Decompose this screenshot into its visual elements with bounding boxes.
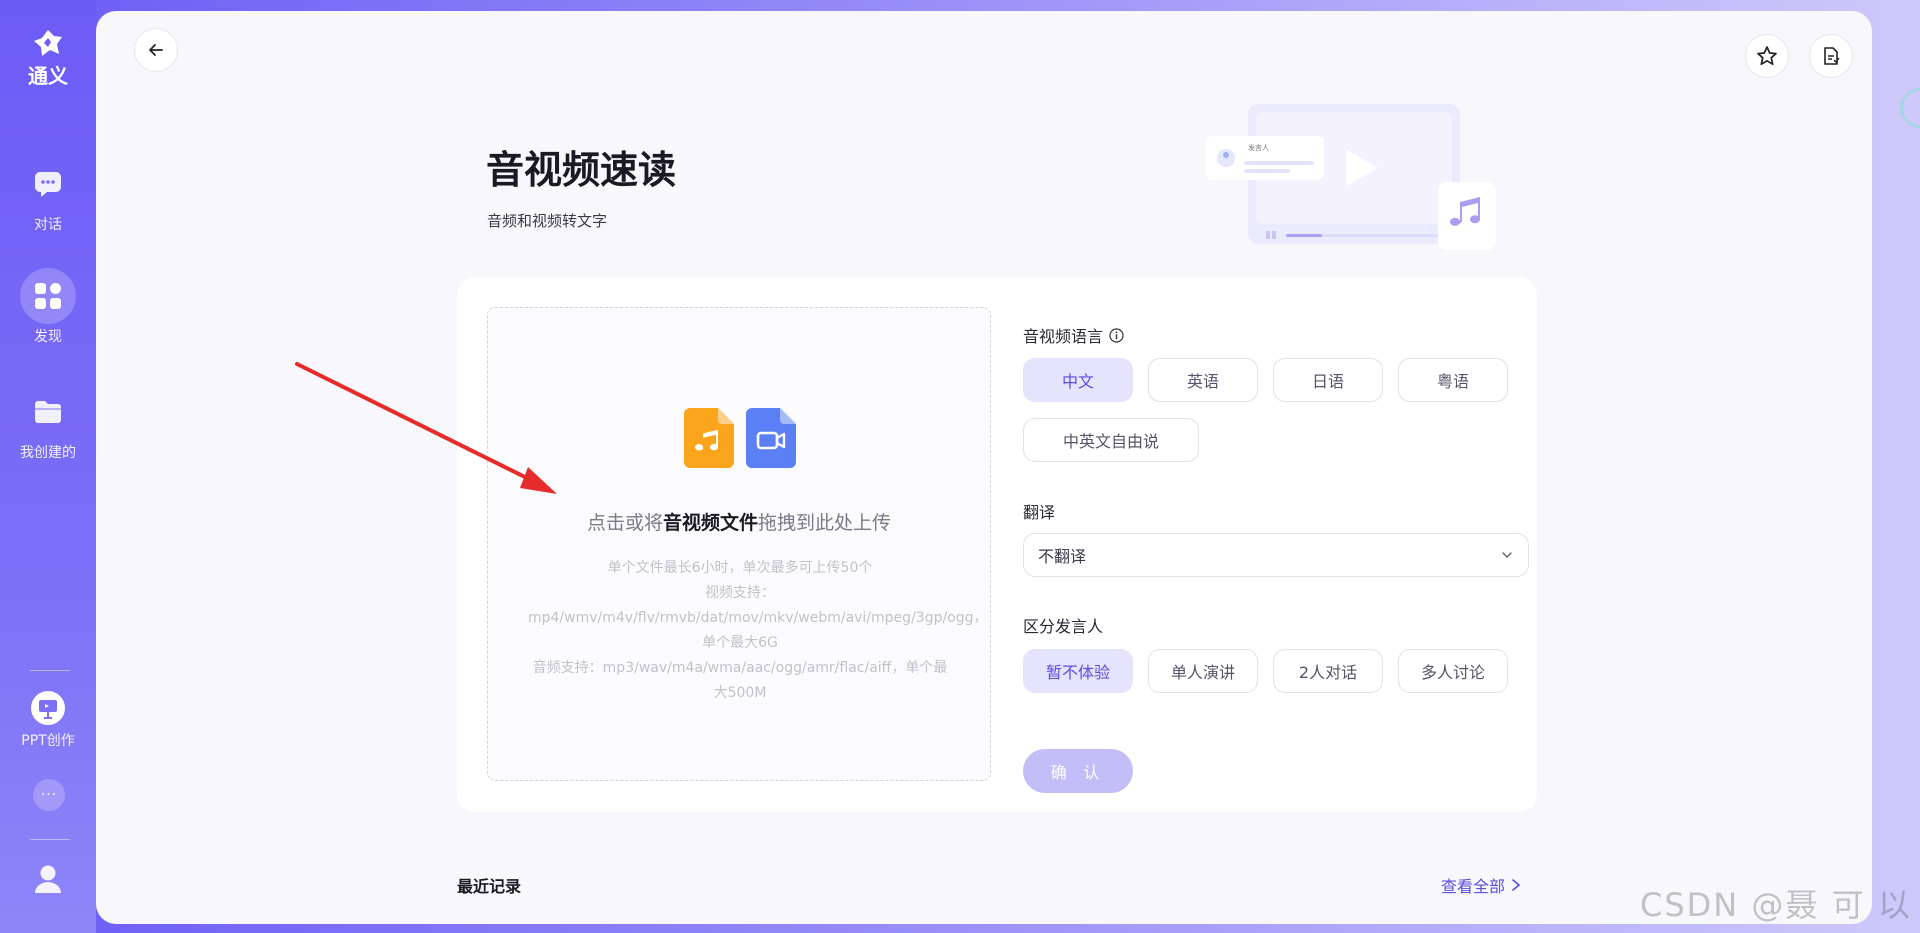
translate-select[interactable]: 不翻译: [1023, 533, 1529, 577]
language-label: 音视频语言: [1023, 323, 1124, 347]
sidebar-item-label: PPT创作: [21, 733, 75, 749]
language-option-mixed[interactable]: 中英文自由说: [1023, 418, 1199, 462]
star-icon: [1757, 46, 1777, 66]
upload-file-icons: [684, 408, 796, 468]
main-panel: 音视频速读 音频和视频转文字 发言人 点击或将音视频文件拖拽到此处上传 单个文件…: [96, 11, 1872, 924]
grid-icon: [35, 283, 61, 309]
nav-icon-wrap: [20, 156, 76, 212]
sidebar-item-my-creations[interactable]: 我创建的: [0, 384, 96, 462]
favorite-button[interactable]: [1745, 34, 1789, 78]
language-option-yue[interactable]: 粤语: [1398, 358, 1508, 402]
tongyi-logo-icon: [34, 30, 62, 56]
document-button[interactable]: [1809, 34, 1853, 78]
back-arrow-icon: [149, 44, 163, 56]
nav-icon-wrap: [20, 384, 76, 440]
language-option-zh[interactable]: 中文: [1023, 358, 1133, 402]
video-player-illustration: [1206, 104, 1496, 250]
view-all-link[interactable]: 查看全部: [1441, 873, 1521, 897]
nav-icon-wrap: [28, 688, 68, 728]
upload-card: 点击或将音视频文件拖拽到此处上传 单个文件最长6小时，单次最多可上传50个 视频…: [457, 277, 1537, 812]
page-title: 音视频速读: [486, 148, 677, 192]
upload-instruction-highlight: 音视频文件: [662, 512, 758, 534]
confirm-button[interactable]: 确 认: [1023, 749, 1133, 793]
hero-illustration: 发言人: [1206, 104, 1506, 254]
scroll-edge-indicator: [1900, 88, 1920, 128]
sidebar-item-discover[interactable]: 发现: [0, 268, 96, 346]
recent-records-title: 最近记录: [457, 877, 522, 896]
more-button[interactable]: ···: [33, 779, 65, 811]
page-subtitle: 音频和视频转文字: [487, 212, 608, 230]
sidebar-item-ppt[interactable]: PPT创作: [0, 688, 96, 750]
folder-icon: [35, 401, 61, 423]
speaker-label: 区分发言人: [1023, 617, 1104, 636]
chevron-down-icon: [1502, 552, 1512, 559]
language-label-text: 音视频语言: [1023, 327, 1104, 346]
speaker-option-single[interactable]: 单人演讲: [1148, 649, 1258, 693]
upload-info-line: 视频支持：mp4/wmv/m4v/flv/rmvb/dat/mov/mkv/we…: [528, 585, 988, 651]
avatar[interactable]: [34, 864, 62, 898]
watermark: CSDN @聂 可 以: [1640, 886, 1912, 924]
upload-instruction-suffix: 拖拽到此处上传: [758, 512, 892, 534]
chat-icon: [35, 172, 61, 197]
document-icon: [1824, 47, 1840, 65]
back-button[interactable]: [134, 28, 178, 72]
upload-dropzone[interactable]: 点击或将音视频文件拖拽到此处上传 单个文件最长6小时，单次最多可上传50个 视频…: [487, 307, 991, 781]
video-file-icon: [746, 408, 796, 468]
sidebar-item-label: 我创建的: [20, 445, 76, 461]
ppt-icon: [31, 691, 65, 725]
logo-text: 通义: [28, 64, 68, 88]
info-icon[interactable]: [1109, 327, 1124, 343]
translate-select-value: 不翻译: [1038, 547, 1087, 566]
speaker-option-multi[interactable]: 多人讨论: [1398, 649, 1508, 693]
upload-info: 单个文件最长6小时，单次最多可上传50个 视频支持：mp4/wmv/m4v/fl…: [528, 556, 988, 706]
chevron-right-icon: [1512, 879, 1521, 891]
sidebar-divider: [30, 670, 70, 671]
sidebar: 通义 对话 发现 我创建的 PPT创作 ···: [0, 0, 96, 933]
upload-info-line: 音频支持：mp3/wav/m4a/wma/aac/ogg/amr/flac/ai…: [532, 660, 948, 701]
speaker-option-skip[interactable]: 暂不体验: [1023, 649, 1133, 693]
language-option-en[interactable]: 英语: [1148, 358, 1258, 402]
sidebar-item-label: 对话: [34, 217, 62, 233]
logo[interactable]: 通义: [0, 28, 96, 89]
user-icon: [35, 865, 61, 893]
sidebar-divider: [30, 839, 70, 840]
sidebar-item-chat[interactable]: 对话: [0, 156, 96, 234]
upload-instruction: 点击或将音视频文件拖拽到此处上传: [488, 508, 990, 535]
speaker-option-two[interactable]: 2人对话: [1273, 649, 1383, 693]
sidebar-item-label: 发现: [34, 329, 62, 345]
nav-icon-wrap: [20, 268, 76, 324]
illustration-caption: 发言人: [1248, 144, 1269, 152]
upload-instruction-prefix: 点击或将: [586, 512, 663, 534]
audio-file-icon: [684, 408, 734, 468]
language-option-ja[interactable]: 日语: [1273, 358, 1383, 402]
view-all-label: 查看全部: [1441, 877, 1506, 896]
upload-info-line: 单个文件最长6小时，单次最多可上传50个: [607, 560, 873, 576]
translate-label: 翻译: [1023, 503, 1056, 522]
